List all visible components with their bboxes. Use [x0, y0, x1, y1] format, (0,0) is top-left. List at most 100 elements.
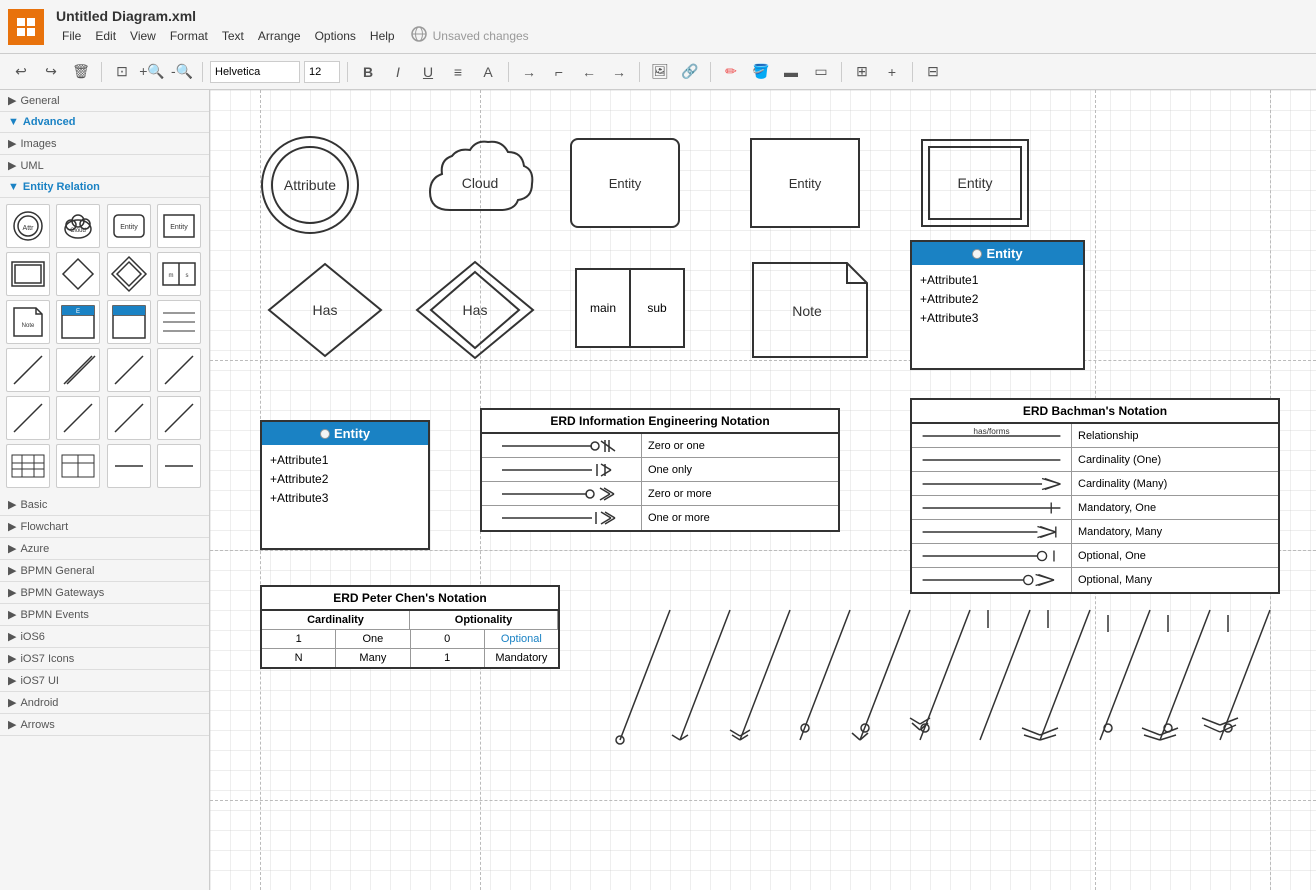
chen-col1: Cardinality	[262, 611, 410, 629]
entity-blue-left-body: +Attribute1 +Attribute2 +Attribute3	[262, 445, 428, 515]
sidebar-item-azure[interactable]: ▶ Azure	[0, 538, 209, 560]
add-button[interactable]: +	[879, 59, 905, 85]
sidebar-item-uml[interactable]: ▶ UML	[0, 155, 209, 177]
delete-button[interactable]: 🗑	[68, 59, 94, 85]
sidebar-item-ios6[interactable]: ▶ iOS6	[0, 626, 209, 648]
canvas[interactable]: Attribute Cloud Entity Entity Entity	[210, 90, 1316, 890]
sidebar-item-bpmn-events[interactable]: ▶ BPMN Events	[0, 604, 209, 626]
shape-diag8[interactable]	[157, 396, 201, 440]
menu-edit[interactable]: Edit	[89, 27, 122, 45]
sidebar-item-bpmn-gateways[interactable]: ▶ BPMN Gateways	[0, 582, 209, 604]
chevron-right-icon13: ▶	[8, 696, 16, 709]
erd-ie-symbol-0	[482, 434, 642, 457]
shape-diag3[interactable]	[107, 348, 151, 392]
sidebar-item-ios7-icons[interactable]: ▶ iOS7 Icons	[0, 648, 209, 670]
shape-attribute[interactable]: Attr	[6, 204, 50, 248]
font-input[interactable]	[210, 61, 300, 83]
redo-button[interactable]: ↪	[38, 59, 64, 85]
erd-bachman-title: ERD Bachman's Notation	[912, 400, 1278, 424]
diamond-has-shape[interactable]: Has	[265, 260, 385, 360]
shadow-button[interactable]: ▭	[808, 59, 834, 85]
underline-button[interactable]: U	[415, 59, 441, 85]
arrow-right-button[interactable]: →	[516, 59, 542, 85]
entity-rounded-label: Entity	[609, 176, 642, 191]
sidebar-item-flowchart[interactable]: ▶ Flowchart	[0, 516, 209, 538]
zoom-in-button[interactable]: +🔍	[139, 59, 165, 85]
shape-diag5[interactable]	[6, 396, 50, 440]
zoom-out-button[interactable]: -🔍	[169, 59, 195, 85]
sidebar-item-general[interactable]: ▶ General	[0, 90, 209, 112]
svg-text:Note: Note	[22, 323, 35, 329]
bold-button[interactable]: B	[355, 59, 381, 85]
shape-single-line2[interactable]	[157, 444, 201, 488]
menu-help[interactable]: Help	[364, 27, 401, 45]
shape-single-line[interactable]	[107, 444, 151, 488]
fill-color-button[interactable]: ✏	[718, 59, 744, 85]
shape-diamond-double[interactable]	[107, 252, 151, 296]
arrow-left-button[interactable]: ←	[576, 59, 602, 85]
shape-diag7[interactable]	[107, 396, 151, 440]
attr3-right: +Attribute3	[920, 309, 1075, 328]
sidebar-item-basic[interactable]: ▶ Basic	[0, 494, 209, 516]
fill-button[interactable]: 🪣	[748, 59, 774, 85]
erd-ie-notation-table: ERD Information Engineering Notation Zer…	[480, 408, 840, 532]
attribute-shape[interactable]: Attribute	[255, 130, 365, 240]
sidebar-item-bpmn-general[interactable]: ▶ BPMN General	[0, 560, 209, 582]
sidebar-item-advanced[interactable]: ▼ Advanced	[0, 112, 209, 133]
shape-split[interactable]: ms	[157, 252, 201, 296]
shape-lines[interactable]	[157, 300, 201, 344]
italic-button[interactable]: I	[385, 59, 411, 85]
menu-file[interactable]: File	[56, 27, 87, 45]
split-entity-shape[interactable]: main sub	[575, 268, 685, 348]
entity-sharp-shape[interactable]: Entity	[750, 138, 860, 228]
shape-entity-rounded[interactable]: Entity	[107, 204, 151, 248]
menu-format[interactable]: Format	[164, 27, 214, 45]
font-color-button[interactable]: A	[475, 59, 501, 85]
cloud-shape[interactable]: Cloud	[420, 130, 540, 240]
sidebar-item-entity-relation[interactable]: ▼ Entity Relation	[0, 177, 209, 198]
shape-table-2col[interactable]	[56, 444, 100, 488]
shape-table-grid[interactable]	[6, 444, 50, 488]
menu-options[interactable]: Options	[309, 27, 362, 45]
menu-text[interactable]: Text	[216, 27, 250, 45]
sidebar-item-images[interactable]: ▶ Images	[0, 133, 209, 155]
shape-note[interactable]: Note	[6, 300, 50, 344]
entity-blue-right[interactable]: Entity +Attribute1 +Attribute2 +Attribut…	[910, 240, 1085, 370]
shape-diag6[interactable]	[56, 396, 100, 440]
shape-diamond[interactable]	[56, 252, 100, 296]
shape-entity-list-left[interactable]: E	[56, 300, 100, 344]
app-logo	[8, 9, 44, 45]
diamond-double-has-shape[interactable]: Has	[415, 260, 535, 360]
shape-entity-sharp[interactable]: Entity	[157, 204, 201, 248]
shape-diag4[interactable]	[157, 348, 201, 392]
entity-double-shape[interactable]: Entity	[920, 138, 1030, 228]
image-button[interactable]: 🖼	[647, 59, 673, 85]
undo-button[interactable]: ↩	[8, 59, 34, 85]
arrow-bend-button[interactable]: ⌐	[546, 59, 572, 85]
shape-diag1[interactable]	[6, 348, 50, 392]
entity-rounded-shape[interactable]: Entity	[570, 138, 680, 228]
note-shape[interactable]: Note	[750, 260, 870, 360]
table-button[interactable]: ⊞	[849, 59, 875, 85]
entity-sharp-label: Entity	[789, 176, 822, 191]
menu-arrange[interactable]: Arrange	[252, 27, 307, 45]
rect-button[interactable]: ▬	[778, 59, 804, 85]
shape-entity-double[interactable]	[6, 252, 50, 296]
shape-cloud[interactable]: Cloud	[56, 204, 100, 248]
menu-view[interactable]: View	[124, 27, 162, 45]
entity-relation-shapes: Attr Cloud Entity Entity ms	[0, 198, 209, 494]
shape-entity-list-right[interactable]	[107, 300, 151, 344]
main-layout: ▶ General ▼ Advanced ▶ Images ▶ UML ▼ En…	[0, 90, 1316, 890]
font-size-input[interactable]	[304, 61, 340, 83]
arrow-right2-button[interactable]: →	[606, 59, 632, 85]
sidebar-item-android[interactable]: ▶ Android	[0, 692, 209, 714]
erd-bachman-table: ERD Bachman's Notation has/forms Relatio…	[910, 398, 1280, 594]
panel-button[interactable]: ⊟	[920, 59, 946, 85]
fit-button[interactable]: ⊡	[109, 59, 135, 85]
shape-diag2[interactable]	[56, 348, 100, 392]
sidebar-item-arrows[interactable]: ▶ Arrows	[0, 714, 209, 736]
align-button[interactable]: ≡	[445, 59, 471, 85]
sidebar-item-ios7-ui[interactable]: ▶ iOS7 UI	[0, 670, 209, 692]
link-button[interactable]: 🔗	[677, 59, 703, 85]
entity-blue-left[interactable]: Entity +Attribute1 +Attribute2 +Attribut…	[260, 420, 430, 550]
